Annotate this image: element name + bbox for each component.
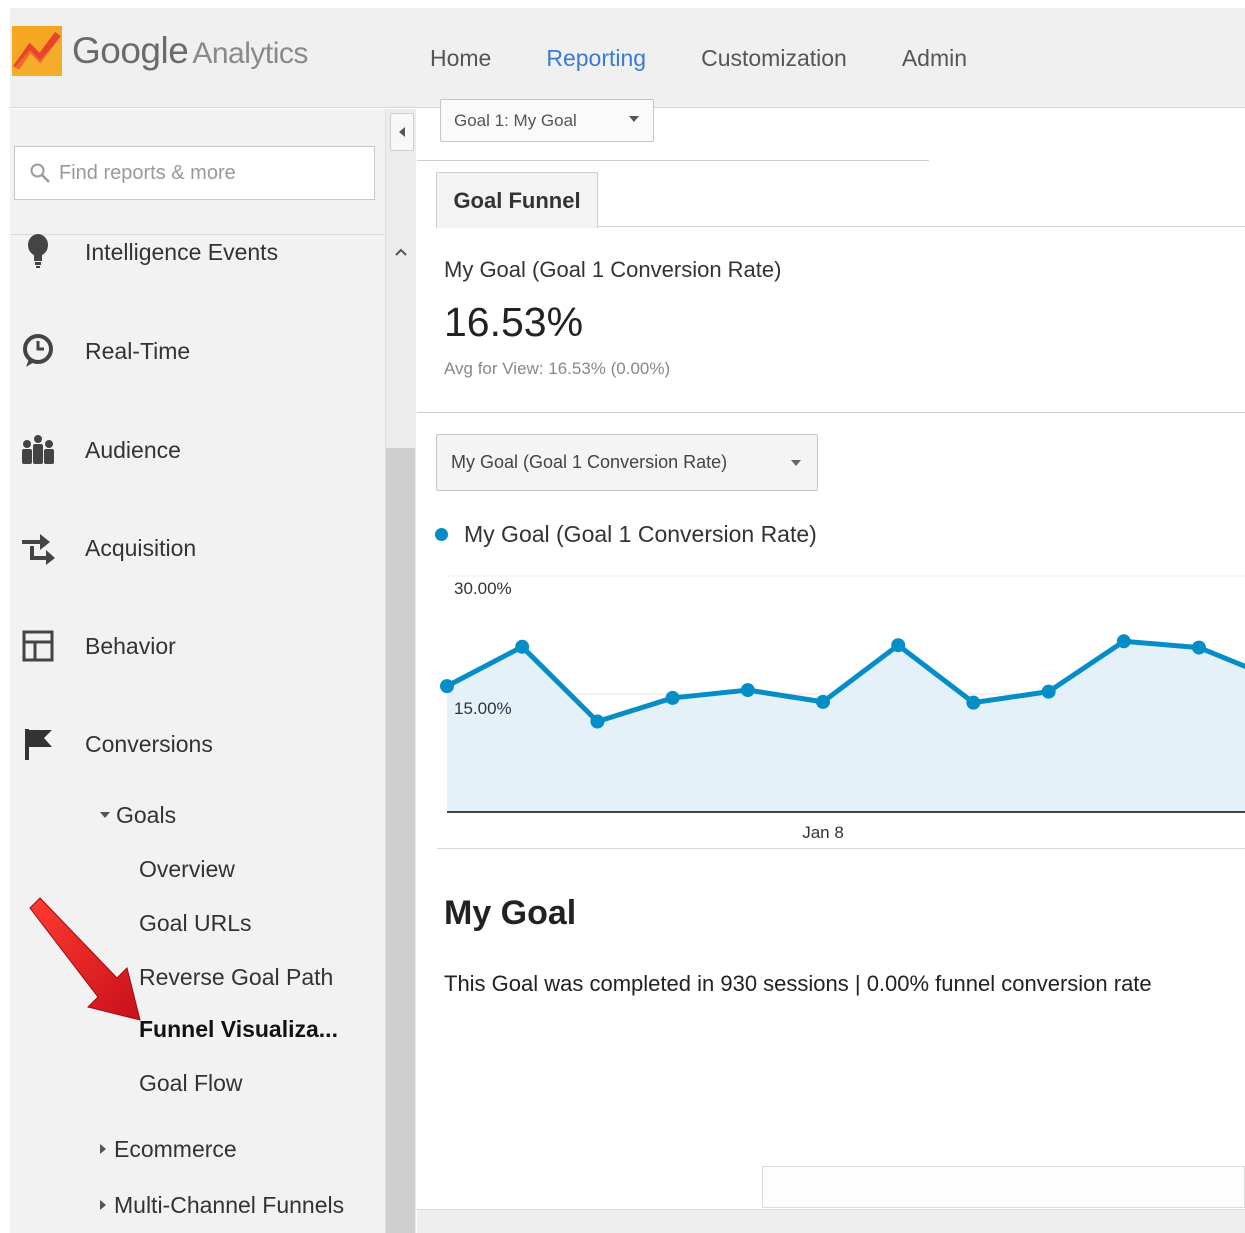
sidebar-item-label: Audience <box>85 436 181 463</box>
sidebar-item-goal-flow[interactable]: Goal Flow <box>139 1070 243 1097</box>
sidebar-scrollbar[interactable] <box>386 448 415 1233</box>
data-point <box>665 690 680 705</box>
sidebar-item-label: Intelligence Events <box>85 238 279 265</box>
x-tick-label: Jan 8 <box>802 823 844 842</box>
sidebar-item-goals-overview[interactable]: Overview <box>139 856 235 883</box>
flag-icon <box>20 726 56 762</box>
bottom-bar <box>417 1209 1245 1233</box>
divider <box>417 160 929 161</box>
goal-summary: This Goal was completed in 930 sessions … <box>444 971 1152 996</box>
tab-goal-funnel[interactable]: Goal Funnel <box>436 172 598 228</box>
sidebar-item-label: Conversions <box>85 730 213 757</box>
nav-admin[interactable]: Admin <box>902 8 967 108</box>
sidebar-item-multi-channel-funnels[interactable]: Multi-Channel Funnels <box>100 1192 344 1219</box>
scroll-up-button[interactable] <box>388 240 414 264</box>
goal-selector-value: Goal 1: My Goal <box>454 110 577 130</box>
nav-customization[interactable]: Customization <box>701 8 847 108</box>
divider <box>417 412 1245 413</box>
top-nav: Home Reporting Customization Admin <box>430 8 1022 109</box>
data-point <box>740 683 755 698</box>
arrows-icon <box>20 530 56 566</box>
chevron-left-icon <box>399 127 405 137</box>
chart-legend: My Goal (Goal 1 Conversion Rate) <box>435 521 817 548</box>
sidebar-item-label: Behavior <box>85 632 176 659</box>
nav-reporting[interactable]: Reporting <box>546 8 646 109</box>
data-point <box>1041 684 1056 699</box>
collapse-sidebar-button[interactable] <box>390 113 414 151</box>
sidebar-item-label: Ecommerce <box>114 1136 237 1162</box>
lightbulb-icon <box>20 234 56 270</box>
google-analytics-logo[interactable]: Google Analytics <box>12 26 308 76</box>
sidebar-item-audience[interactable]: Audience <box>10 425 385 475</box>
nav-home[interactable]: Home <box>430 8 491 108</box>
legend-label: My Goal (Goal 1 Conversion Rate) <box>464 521 817 547</box>
data-point <box>891 638 906 653</box>
divider <box>437 848 1245 849</box>
conversion-rate-chart: 30.00% 15.00% Jan 8 <box>417 564 1245 854</box>
goal-selector-dropdown[interactable]: Goal 1: My Goal <box>440 99 654 142</box>
sidebar-item-intelligence-events[interactable]: Intelligence Events <box>10 227 385 277</box>
metric-average: Avg for View: 16.53% (0.00%) <box>444 359 671 378</box>
y-tick-label: 30.00% <box>454 579 512 598</box>
caret-down-icon <box>629 116 639 122</box>
sidebar-item-goal-urls[interactable]: Goal URLs <box>139 910 251 937</box>
sidebar-item-acquisition[interactable]: Acquisition <box>10 523 385 573</box>
main-content: Goal 1: My Goal Goal Funnel My Goal (Goa… <box>417 99 1245 1233</box>
legend-dot-icon <box>435 528 448 541</box>
sidebar-item-goals[interactable]: Goals <box>100 802 176 829</box>
sidebar-item-behavior[interactable]: Behavior <box>10 621 385 671</box>
tab-underline <box>598 226 1245 227</box>
logo-product: Analytics <box>192 37 308 70</box>
sidebar-item-real-time[interactable]: Real-Time <box>10 326 385 376</box>
logo-brand: Google <box>72 30 189 71</box>
data-point <box>966 695 981 710</box>
sidebar-item-label: Real-Time <box>85 337 191 364</box>
metric-value: 16.53% <box>444 299 584 345</box>
data-point <box>590 714 605 729</box>
chevron-down-icon <box>100 811 110 818</box>
chevron-right-icon <box>100 1143 106 1154</box>
data-point <box>1192 640 1206 655</box>
goal-heading: My Goal <box>444 894 577 932</box>
data-point <box>440 679 454 694</box>
funnel-panel <box>762 1166 1245 1208</box>
y-tick-label: 15.00% <box>454 699 512 718</box>
sidebar-item-ecommerce[interactable]: Ecommerce <box>100 1136 237 1163</box>
series-area <box>447 641 1245 812</box>
metric-selector-dropdown[interactable]: My Goal (Goal 1 Conversion Rate) <box>436 434 818 491</box>
search-icon <box>30 163 50 183</box>
data-point <box>1116 634 1131 649</box>
clock-icon <box>20 333 56 369</box>
logo-text: Google Analytics <box>72 30 308 72</box>
data-point <box>816 694 830 709</box>
search-input[interactable] <box>59 161 359 185</box>
metric-title: My Goal (Goal 1 Conversion Rate) <box>444 257 782 282</box>
layout-icon <box>20 628 56 664</box>
search-box[interactable] <box>14 146 375 200</box>
line-chart: 30.00% 15.00% Jan 8 <box>440 575 1245 842</box>
sidebar-item-funnel-visualization[interactable]: Funnel Visualiza... <box>139 1016 338 1043</box>
top-header: Google Analytics Home Reporting Customiza… <box>10 8 1245 109</box>
caret-down-icon <box>791 460 801 466</box>
sidebar: Intelligence Events Real-Time Audience <box>10 109 385 1233</box>
chevron-right-icon <box>100 1199 106 1210</box>
metric-selector-value: My Goal (Goal 1 Conversion Rate) <box>451 452 728 472</box>
sidebar-item-conversions[interactable]: Conversions <box>10 719 385 769</box>
analytics-logo-icon <box>12 26 62 76</box>
chevron-up-icon <box>395 248 407 256</box>
sidebar-item-label: Goals <box>116 802 177 828</box>
sidebar-item-label: Multi-Channel Funnels <box>114 1192 345 1218</box>
sidebar-item-label: Acquisition <box>85 534 197 561</box>
sidebar-item-reverse-goal-path[interactable]: Reverse Goal Path <box>139 964 333 991</box>
data-point <box>515 639 530 654</box>
people-icon <box>20 432 56 468</box>
